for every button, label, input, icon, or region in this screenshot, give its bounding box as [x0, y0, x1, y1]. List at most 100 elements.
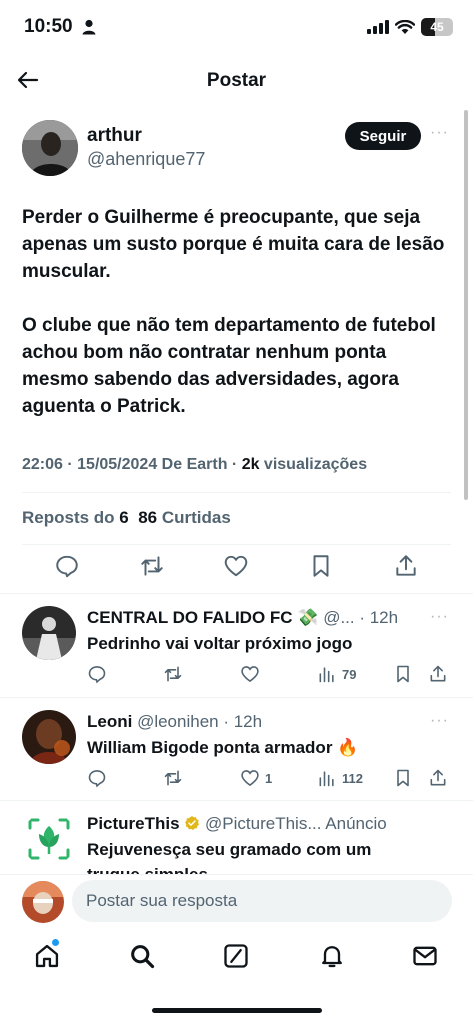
verified-icon: [185, 816, 200, 830]
views-count[interactable]: 2k: [242, 456, 260, 473]
reply-like-button[interactable]: 1: [240, 768, 272, 788]
views-icon: [319, 667, 334, 683]
avatar[interactable]: [22, 606, 76, 660]
reply-header: CENTRAL DO FALIDO FC 💸 @... · 12h: [87, 608, 398, 628]
notification-dot: [52, 939, 59, 946]
like-icon[interactable]: [223, 553, 249, 579]
person-icon: [82, 19, 96, 35]
reposts-label[interactable]: Reposts do: [22, 508, 119, 527]
more-options-icon[interactable]: ···: [430, 712, 449, 730]
battery-level: 45: [430, 20, 444, 34]
like-icon: [241, 666, 259, 683]
reply-views-count: 79: [342, 666, 357, 682]
reply-item[interactable]: Leoni @leonihen · 12h ··· William Bigode…: [0, 710, 473, 800]
status-time: 10:50: [24, 16, 73, 37]
notifications-icon[interactable]: [318, 942, 346, 970]
reply-icon[interactable]: [54, 553, 80, 579]
repost-icon: [164, 770, 182, 786]
reply-handle[interactable]: @leonihen · 12h: [132, 712, 262, 731]
author-row: arthur @ahenrique77 Seguir ···: [22, 118, 452, 178]
divider: [0, 800, 473, 801]
reply-icon: [88, 666, 106, 684]
scrollbar[interactable]: [464, 110, 468, 500]
home-indicator[interactable]: [152, 1008, 322, 1013]
picturethis-logo[interactable]: [22, 812, 76, 866]
divider: [0, 697, 473, 698]
follow-button[interactable]: Seguir: [345, 122, 421, 150]
reply-repost-button[interactable]: [163, 664, 183, 684]
reply-author-name[interactable]: Leoni: [87, 712, 132, 731]
post-text: Perder o Guilherme é preocupante, que se…: [22, 204, 452, 447]
repost-icon: [164, 666, 182, 682]
reply-share-button[interactable]: [428, 664, 448, 684]
status-bar: 10:50 45: [0, 0, 473, 58]
grok-icon[interactable]: [222, 942, 250, 970]
top-bar: Postar: [0, 58, 473, 102]
reply-text: Rejuvenesça seu gramado com um: [87, 840, 372, 859]
divider: [22, 544, 451, 545]
reply-share-button[interactable]: [428, 768, 448, 788]
author-name[interactable]: arthur: [87, 125, 142, 147]
battery-icon: 45: [421, 18, 453, 36]
share-icon[interactable]: [393, 553, 419, 579]
share-icon: [430, 665, 446, 682]
status-indicators: 45: [367, 18, 453, 36]
reply-views-count: 112: [342, 770, 363, 786]
reply-text: William Bigode ponta armador 🔥: [87, 738, 359, 757]
reply-handle[interactable]: @... · 12h: [318, 608, 398, 627]
reply-compose-bar: Postar sua resposta: [0, 874, 473, 930]
messages-icon[interactable]: [411, 942, 439, 970]
reply-bookmark-button[interactable]: [393, 664, 413, 684]
likes-count[interactable]: 86: [138, 508, 157, 527]
reply-reply-button[interactable]: [87, 664, 107, 684]
signal-icon: [367, 20, 389, 34]
divider: [22, 492, 451, 493]
post-stats: Reposts do 6 86 Curtidas: [22, 508, 231, 528]
reply-actions: 79: [87, 664, 457, 688]
avatar[interactable]: [22, 120, 78, 176]
more-options-icon[interactable]: ···: [430, 608, 449, 626]
reply-item[interactable]: CENTRAL DO FALIDO FC 💸 @... · 12h ··· Pe…: [0, 606, 473, 696]
wifi-icon: [395, 19, 415, 34]
reply-text: truque simples: [87, 865, 208, 874]
post-paragraph: O clube que não tem departamento de fute…: [22, 315, 436, 417]
bottom-tab-bar: [0, 934, 473, 982]
reply-author-name[interactable]: PictureThis: [87, 814, 180, 833]
views-icon: [319, 771, 334, 787]
reply-author-name[interactable]: CENTRAL DO FALIDO FC 💸: [87, 608, 318, 627]
reply-input[interactable]: Postar sua resposta: [72, 880, 452, 922]
reply-text: Pedrinho vai voltar próximo jogo: [87, 634, 353, 653]
post-meta: 22:06 · 15/05/2024 De Earth · 2k visuali…: [22, 456, 367, 474]
post-paragraph: Perder o Guilherme é preocupante, que se…: [22, 207, 445, 282]
author-handle[interactable]: @ahenrique77: [87, 149, 205, 170]
post-action-bar: [0, 553, 473, 583]
home-icon[interactable]: [33, 942, 61, 970]
more-options-icon[interactable]: ···: [430, 124, 449, 142]
reply-views-button[interactable]: 112: [317, 768, 363, 788]
promoted-reply[interactable]: PictureThis @PictureThis... Anúncio Reju…: [0, 812, 473, 874]
reply-reply-button[interactable]: [87, 768, 107, 788]
divider: [0, 593, 473, 594]
reply-actions: 1 112: [87, 768, 457, 792]
reply-header: Leoni @leonihen · 12h: [87, 712, 262, 732]
avatar[interactable]: [22, 710, 76, 764]
reply-repost-button[interactable]: [163, 768, 183, 788]
bookmark-icon: [397, 769, 409, 787]
views-label[interactable]: visualizações: [259, 456, 367, 473]
reply-handle[interactable]: @PictureThis... Anúncio: [200, 814, 387, 833]
bookmark-icon[interactable]: [308, 553, 334, 579]
post-datetime: 22:06 · 15/05/2024 De Earth ·: [22, 456, 242, 473]
search-icon[interactable]: [128, 942, 156, 970]
like-icon: [241, 770, 259, 787]
reply-views-button[interactable]: 79: [317, 664, 356, 684]
reposts-count[interactable]: 6: [119, 508, 128, 527]
reply-header: PictureThis @PictureThis... Anúncio: [87, 814, 387, 834]
reply-icon: [88, 770, 106, 788]
likes-label[interactable]: Curtidas: [157, 508, 231, 527]
share-icon: [430, 769, 446, 786]
avatar[interactable]: [22, 881, 64, 923]
reply-like-button[interactable]: [240, 664, 260, 684]
reply-bookmark-button[interactable]: [393, 768, 413, 788]
repost-icon[interactable]: [139, 553, 165, 579]
page-title: Postar: [206, 70, 267, 91]
